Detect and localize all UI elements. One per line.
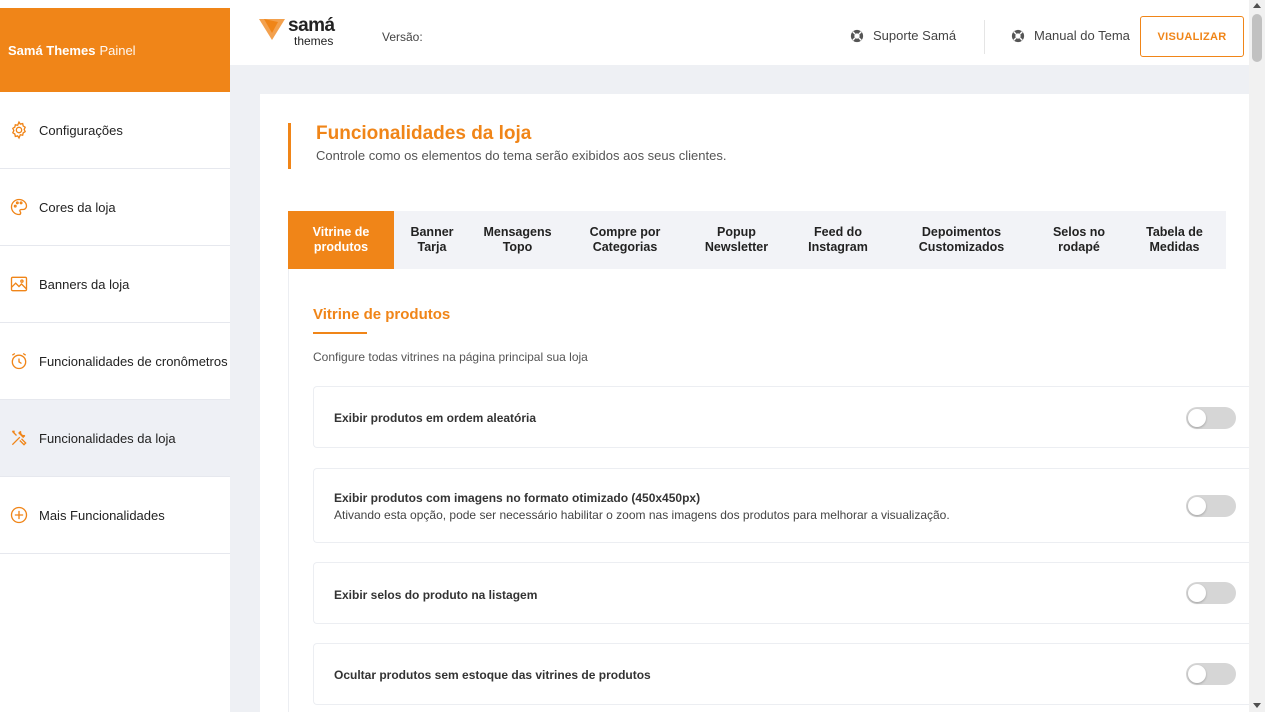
version-label: Versão: — [382, 30, 423, 44]
option-ordem-aleatoria: Exibir produtos em ordem aleatória — [313, 386, 1250, 448]
sidebar-item-funcionalidades-loja[interactable]: Funcionalidades da loja — [0, 400, 230, 477]
support-link-label: Suporte Samá — [873, 28, 957, 43]
lifebuoy-icon — [850, 29, 864, 42]
tab-depoimentos[interactable]: Depoimentos Customizados — [888, 211, 1035, 269]
page-scrollbar[interactable] — [1249, 0, 1265, 712]
sidebar-item-cores[interactable]: Cores da loja — [0, 169, 230, 246]
tab-popup-newsletter[interactable]: Popup Newsletter — [685, 211, 788, 269]
sidebar-item-label: Configurações — [39, 122, 123, 138]
plus-circle-icon — [8, 504, 30, 526]
logo-wordmark: samá — [288, 15, 335, 36]
tab-label: Feed do Instagram — [808, 225, 868, 254]
tab-label: Tabela de Medidas — [1146, 225, 1203, 254]
page-subtitle: Controle como os elementos do tema serão… — [316, 148, 727, 163]
sidebar: Samá Themes Painel Configurações Cores d… — [0, 8, 230, 712]
option-label: Exibir selos do produto na listagem — [334, 588, 538, 602]
tab-banner-tarja[interactable]: Banner Tarja — [394, 211, 470, 269]
sidebar-item-label: Funcionalidades de cronômetros — [39, 353, 228, 369]
sidebar-item-label: Mais Funcionalidades — [39, 507, 165, 523]
page-title-block: Funcionalidades da loja Controle como os… — [288, 123, 726, 169]
option-ocultar-sem-estoque: Ocultar produtos sem estoque das vitrine… — [313, 643, 1250, 705]
tab-tabela-medidas[interactable]: Tabela de Medidas — [1123, 211, 1226, 269]
logo-subword: themes — [294, 34, 334, 48]
tab-label: Depoimentos Customizados — [918, 225, 1005, 254]
tab-label: Selos no rodapé — [1052, 225, 1106, 254]
tab-label: Popup Newsletter — [704, 225, 769, 254]
sidebar-item-cronometros[interactable]: Funcionalidades de cronômetros — [0, 323, 230, 400]
sidebar-item-configuracoes[interactable]: Configurações — [0, 92, 230, 169]
tab-panel-vitrine: Vitrine de produtos Configure todas vitr… — [288, 269, 1250, 712]
option-label: Exibir produtos com imagens no formato o… — [334, 491, 701, 505]
feature-tabs: Vitrine de produtos Banner Tarja Mensagens… — [288, 211, 1226, 269]
sidebar-item-label: Cores da loja — [39, 199, 116, 215]
alarm-clock-icon — [8, 350, 30, 372]
top-header: samá themes Versão: Suporte Samá Manual … — [230, 8, 1249, 65]
sidebar-brand: Samá Themes Painel — [0, 8, 230, 92]
manual-link-label: Manual do Tema — [1034, 28, 1130, 43]
app-frame: Samá Themes Painel Configurações Cores d… — [0, 8, 1250, 712]
gear-icon — [8, 119, 30, 141]
palette-icon — [8, 196, 30, 218]
option-imagens-otimizadas: Exibir produtos com imagens no formato o… — [313, 468, 1250, 543]
sidebar-item-mais-funcionalidades[interactable]: Mais Funcionalidades — [0, 477, 230, 554]
tab-compre-categorias[interactable]: Compre por Categorias — [565, 211, 685, 269]
scroll-up-arrow-icon[interactable] — [1253, 3, 1261, 8]
sidebar-item-label: Banners da loja — [39, 276, 130, 292]
support-link[interactable]: Suporte Samá — [850, 28, 956, 43]
toggle-imagens-otimizadas[interactable] — [1186, 495, 1236, 517]
section-underline — [313, 332, 367, 334]
brand-panel-label: Painel — [99, 42, 136, 58]
tab-mensagens-topo[interactable]: Mensagens Topo — [470, 211, 565, 269]
main-card: Funcionalidades da loja Controle como os… — [260, 94, 1250, 712]
scroll-thumb[interactable] — [1252, 14, 1262, 62]
page-title: Funcionalidades da loja — [316, 123, 532, 144]
tools-icon — [8, 427, 30, 449]
visualizar-button[interactable]: VISUALIZAR — [1140, 16, 1244, 57]
tab-feed-instagram[interactable]: Feed do Instagram — [788, 211, 888, 269]
tab-vitrine-produtos[interactable]: Vitrine de produtos — [288, 211, 394, 269]
sidebar-item-label: Funcionalidades da loja — [39, 430, 176, 446]
tab-selos-rodape[interactable]: Selos no rodapé — [1035, 211, 1123, 269]
toggle-ocultar-sem-estoque[interactable] — [1186, 663, 1236, 685]
manual-link[interactable]: Manual do Tema — [1011, 28, 1130, 43]
option-label: Exibir produtos em ordem aleatória — [334, 411, 537, 425]
sama-themes-logo[interactable]: samá themes — [258, 16, 335, 47]
toggle-selos-listagem[interactable] — [1186, 582, 1236, 604]
sidebar-item-banners[interactable]: Banners da loja — [0, 246, 230, 323]
option-selos-listagem: Exibir selos do produto na listagem — [313, 562, 1250, 624]
section-description: Configure todas vitrines na página princ… — [313, 350, 588, 364]
tab-label: Mensagens Topo — [483, 225, 552, 254]
header-divider — [984, 20, 985, 54]
tab-label: Compre por Categorias — [589, 225, 661, 254]
lifebuoy-icon — [1011, 29, 1025, 42]
section-title: Vitrine de produtos — [313, 306, 451, 323]
option-note: Ativando esta opção, pode ser necessário… — [334, 508, 950, 522]
logo-mark-icon — [259, 19, 285, 40]
toggle-ordem-aleatoria[interactable] — [1186, 407, 1236, 429]
tab-label: Banner Tarja — [410, 225, 454, 254]
option-label: Ocultar produtos sem estoque das vitrine… — [334, 668, 651, 682]
tab-label: Vitrine de produtos — [312, 225, 370, 254]
image-icon — [8, 273, 30, 295]
brand-name: Samá Themes — [8, 42, 96, 58]
scroll-down-arrow-icon[interactable] — [1253, 703, 1261, 708]
